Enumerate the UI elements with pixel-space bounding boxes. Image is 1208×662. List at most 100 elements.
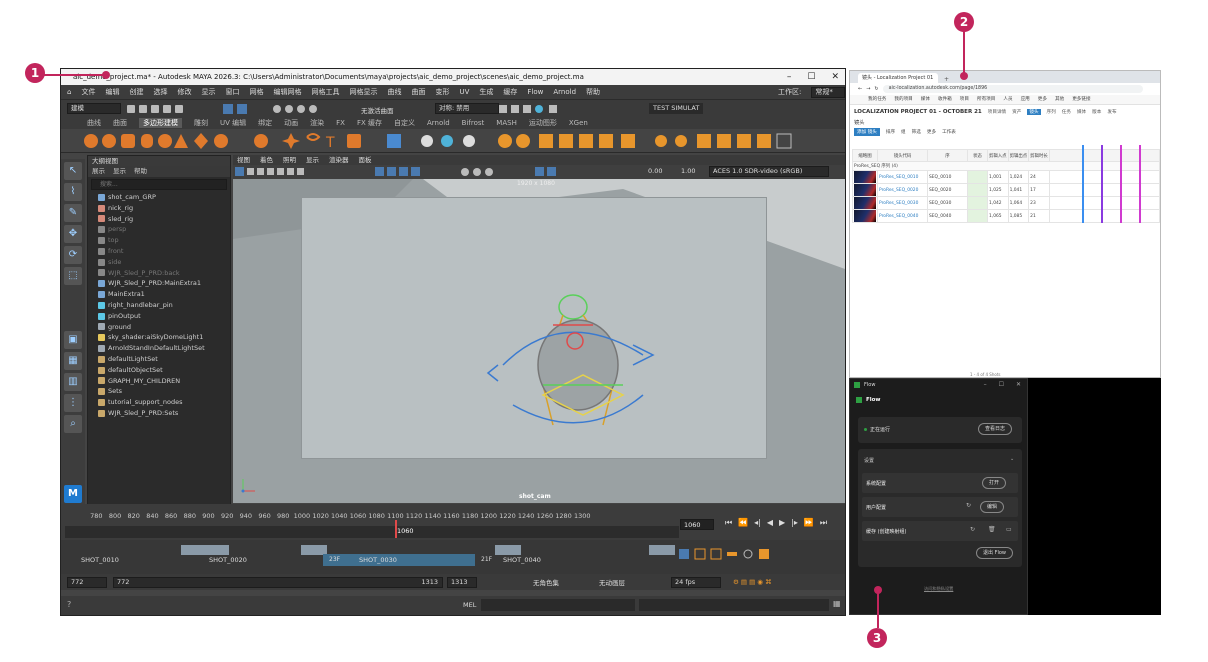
mel-input[interactable]: [481, 599, 635, 611]
filter-button[interactable]: 筛选: [912, 129, 921, 135]
fps-select[interactable]: 24 fps: [671, 576, 721, 588]
menu-help[interactable]: 帮助: [586, 87, 600, 97]
collapse-icon[interactable]: ⌄: [1010, 456, 1014, 462]
outliner-item[interactable]: defaultLightSet: [98, 354, 230, 365]
shot-sequence[interactable]: SEQ_0020: [927, 183, 968, 197]
outliner-menu-show[interactable]: 展示: [92, 166, 105, 177]
url-input[interactable]: aic-localization.autodesk.com/page/1896: [882, 85, 1143, 93]
anim-prefs-icons[interactable]: ⚙ ▤ ▤ ◉ ⌘: [733, 578, 772, 586]
shot-0010[interactable]: SHOT_0010: [79, 547, 119, 565]
viewport-menu-view[interactable]: 视图: [237, 155, 250, 165]
outliner-item[interactable]: Sets: [98, 386, 230, 397]
outliner-item[interactable]: shot_cam_GRP: [98, 192, 230, 203]
shot-sequence[interactable]: SEQ_0040: [927, 209, 968, 223]
viewport-toolbar[interactable]: 0.00 1.00 ACES 1.0 SDR-video (sRGB): [233, 165, 845, 179]
outliner-item[interactable]: MainExtra1: [98, 289, 230, 300]
shelf-tab-arnold[interactable]: Arnold: [427, 119, 450, 127]
menu-mesh-tools[interactable]: 网格工具: [311, 87, 339, 97]
outliner-item[interactable]: side: [98, 257, 230, 268]
range-end-field[interactable]: 1313: [447, 576, 477, 588]
table-group-row[interactable]: ProRes_SEQ 序列 (4): [852, 161, 1160, 171]
project-tab-versions[interactable]: 版本: [1092, 109, 1101, 115]
shot-status[interactable]: [967, 183, 988, 197]
shot-code[interactable]: ProRes_SEQ_0030: [877, 196, 928, 210]
folder-icon[interactable]: ▭: [1006, 526, 1012, 533]
menu-uv[interactable]: UV: [459, 88, 469, 96]
shelf-tab-fx-cache[interactable]: FX 缓存: [357, 118, 382, 128]
column-header[interactable]: 镜头代码: [877, 149, 928, 162]
nav-other[interactable]: 其他: [1055, 95, 1064, 104]
delete-cache-icon[interactable]: 🗑: [988, 526, 996, 533]
range-start-field[interactable]: 772: [67, 576, 107, 588]
shelf-tab-xgen[interactable]: XGen: [569, 119, 588, 127]
column-header[interactable]: 剪辑入点: [987, 149, 1009, 162]
go-to-start-icon[interactable]: ⏮: [725, 518, 732, 528]
viewport-menu-shading[interactable]: 着色: [260, 155, 273, 165]
outliner-menu-display[interactable]: 显示: [113, 166, 126, 177]
menu-edit[interactable]: 编辑: [105, 87, 119, 97]
column-header[interactable]: 状态: [967, 149, 988, 162]
menu-edit-mesh[interactable]: 编辑网格: [273, 87, 301, 97]
new-tab-icon[interactable]: +: [944, 76, 949, 83]
privacy-link[interactable]: 访问和隐私设置: [924, 586, 953, 592]
project-tab-assets[interactable]: 资产: [1012, 109, 1021, 115]
project-tab-media[interactable]: 媒体: [1077, 109, 1086, 115]
range-bar[interactable]: 772 1313: [113, 576, 443, 588]
menu-surfaces[interactable]: 曲面: [411, 87, 425, 97]
sequencer-tool-icons[interactable]: [679, 548, 769, 560]
exposure-field[interactable]: 0.00: [648, 167, 662, 175]
active-shot-bar[interactable]: [323, 554, 475, 566]
nav-my-projects[interactable]: 我的项目: [894, 95, 912, 104]
forward-icon[interactable]: →: [866, 86, 870, 92]
shelf-tab-animation[interactable]: 动画: [284, 118, 298, 128]
shelf-tab-rigging[interactable]: 绑定: [258, 118, 272, 128]
mel-label[interactable]: MEL: [463, 601, 476, 609]
menu-select[interactable]: 选择: [153, 87, 167, 97]
nav-my-tasks[interactable]: 我的任务: [868, 95, 886, 104]
search-icon[interactable]: ⌕: [64, 415, 82, 433]
shelf-tab-sculpt[interactable]: 雕刻: [194, 118, 208, 128]
outliner-item[interactable]: top: [98, 235, 230, 246]
table-row[interactable]: ProRes_SEQ_0020 SEQ_0020 1,025 1,041 17: [852, 183, 1160, 197]
project-tab-details[interactable]: 项目详情: [988, 109, 1006, 115]
outliner-item[interactable]: pinOutput: [98, 311, 230, 322]
anim-layer-select[interactable]: 无动画层: [599, 577, 625, 587]
shelf-tab-surfaces[interactable]: 曲面: [113, 118, 127, 128]
help-icon[interactable]: ?: [67, 600, 71, 609]
time-slider[interactable]: 780 800 820 840 860 880 900 920 940 960 980 1000 102…: [61, 504, 845, 540]
menu-mesh-display[interactable]: 网格显示: [349, 87, 377, 97]
menu-curves[interactable]: 曲线: [387, 87, 401, 97]
outliner-item[interactable]: GRAPH_MY_CHILDREN: [98, 376, 230, 387]
flow-minimize-icon[interactable]: –: [984, 381, 987, 388]
play-forward-icon[interactable]: ▶: [779, 518, 785, 528]
maya-logo-icon[interactable]: M: [64, 485, 82, 503]
user-menu[interactable]: TEST SIMULAT: [649, 103, 704, 114]
menu-generate[interactable]: 生成: [479, 87, 493, 97]
outliner-item[interactable]: ground: [98, 322, 230, 333]
symmetry-select[interactable]: 对称: 禁用: [435, 103, 499, 114]
column-header[interactable]: 缩略图: [852, 149, 878, 162]
worksheet-button[interactable]: 工作表: [942, 129, 956, 135]
step-back-key-icon[interactable]: ⏪: [738, 518, 748, 528]
menu-create[interactable]: 创建: [129, 87, 143, 97]
shot-status[interactable]: [967, 170, 988, 184]
live-surface-label[interactable]: 无激活曲面: [361, 105, 394, 115]
menu-cache[interactable]: 缓存: [503, 87, 517, 97]
scale-tool-icon[interactable]: ⬚: [64, 267, 82, 285]
nav-media[interactable]: 媒体: [921, 95, 930, 104]
maximize-icon[interactable]: ☐: [807, 69, 815, 85]
viewport-menu-panels[interactable]: 面板: [359, 155, 372, 165]
flow-close-icon[interactable]: ✕: [1016, 381, 1021, 388]
outliner-item[interactable]: sled_rig: [98, 214, 230, 225]
character-rig[interactable]: [483, 285, 683, 455]
menu-mesh[interactable]: 网格: [249, 87, 263, 97]
shot-0040[interactable]: SHOT_0040: [501, 547, 541, 565]
outliner-item[interactable]: WJR_Sled_P_PRD:back: [98, 268, 230, 279]
viewport-menu-lighting[interactable]: 照明: [283, 155, 296, 165]
step-forward-key-icon[interactable]: ⏩: [804, 518, 814, 528]
viewport-menu-renderer[interactable]: 渲染器: [329, 155, 349, 165]
step-back-icon[interactable]: ◂|: [754, 518, 761, 528]
refresh-cache-icon[interactable]: ↻: [970, 526, 975, 533]
add-shot-button[interactable]: 添加 镜头: [854, 128, 880, 136]
outliner-item[interactable]: persp: [98, 224, 230, 235]
